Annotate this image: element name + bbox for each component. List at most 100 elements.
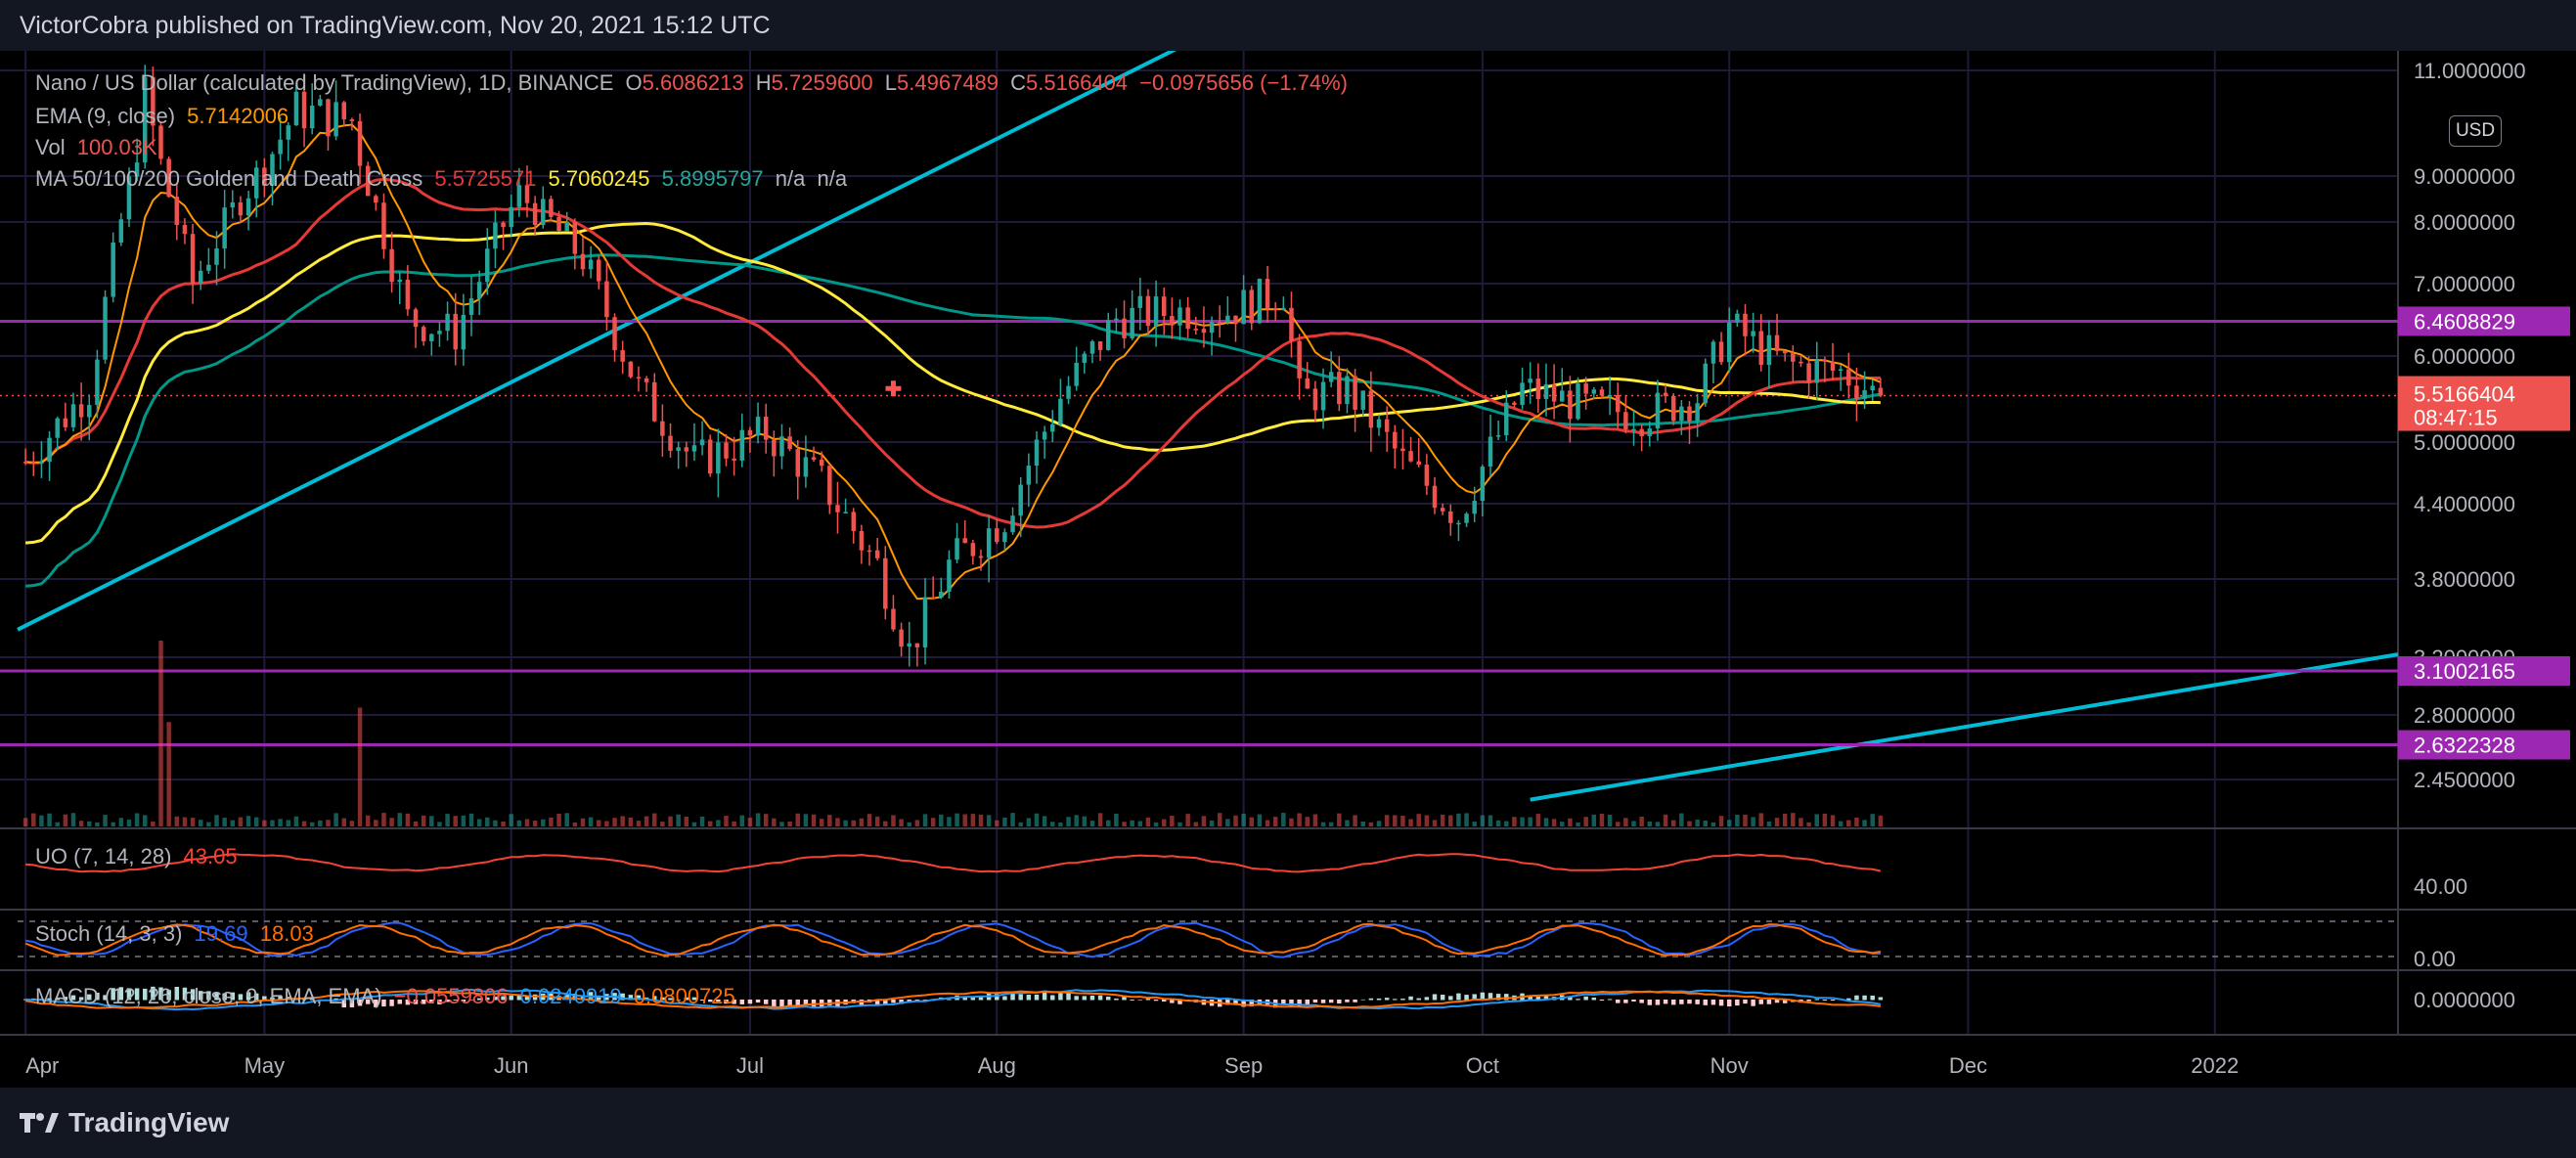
candle-body — [1838, 369, 1843, 371]
volume-bar — [1297, 813, 1302, 826]
price-tick-label: 11.0000000 — [2414, 59, 2526, 83]
volume-bar — [1066, 817, 1071, 826]
volume-bar — [1504, 821, 1509, 826]
candle-body — [1862, 390, 1867, 399]
macd-hist-bar — [1870, 995, 1875, 1001]
volume-bar — [859, 818, 865, 826]
volume-bar — [1130, 820, 1134, 826]
ma-na-1: n/a — [775, 166, 806, 191]
macd-hist-bar — [1718, 1000, 1724, 1006]
candle-body — [31, 462, 36, 465]
macd-hist-bar — [1703, 1000, 1709, 1005]
time-tick-label: May — [244, 1053, 286, 1078]
change-value: −0.0975656 (−1.74%) — [1139, 70, 1349, 95]
volume-bar — [597, 820, 601, 826]
vol-label[interactable]: Vol — [35, 135, 66, 159]
volume-bar — [1735, 814, 1740, 826]
tradingview-logo[interactable]: TradingView — [20, 1107, 229, 1138]
candle-body — [651, 381, 657, 422]
volume-bar — [922, 814, 928, 826]
chart-area[interactable]: 40.00 0.00 0.0000000 11.0000000 9.0000000 8.… — [0, 51, 2576, 1088]
volume-bar — [501, 821, 506, 826]
volume-bar — [374, 820, 378, 826]
trendlines[interactable] — [17, 51, 2399, 802]
volume-bar — [1631, 821, 1636, 826]
macd-label[interactable]: MACD (12, 26, close, 9, EMA, EMA) — [35, 984, 382, 1008]
volume-bar — [772, 818, 777, 826]
ema-label[interactable]: EMA (9, close) — [35, 104, 175, 128]
stoch-k-value: 19.69 — [194, 921, 248, 946]
volume-bar — [1878, 815, 1884, 826]
candle-body — [1568, 390, 1573, 420]
volume-bar — [1265, 820, 1270, 826]
volume-bar — [747, 818, 753, 826]
volume-bar — [158, 641, 163, 826]
volume-bar — [1520, 817, 1525, 826]
candle-body — [891, 608, 896, 630]
candle-body — [1814, 359, 1819, 383]
candle-body — [1416, 461, 1421, 466]
candle-body — [620, 350, 625, 362]
price-axis[interactable]: 11.0000000 9.0000000 8.0000000 7.0000000 6.0… — [2398, 59, 2570, 792]
price-tick-label: 8.0000000 — [2414, 210, 2515, 235]
candle-body — [1607, 394, 1613, 397]
candle-body — [1320, 381, 1326, 411]
symbol-label[interactable]: Nano / US Dollar (calculated by TradingV… — [35, 70, 613, 95]
trendline[interactable] — [17, 51, 1180, 632]
candle-body — [1504, 402, 1509, 436]
time-tick-label: Oct — [1466, 1053, 1499, 1078]
candle-body — [405, 279, 411, 310]
candle-body — [1599, 389, 1605, 396]
volume-bar — [1249, 817, 1255, 826]
candle-body — [922, 597, 928, 647]
volume-bar — [636, 821, 642, 826]
volume-bar — [1480, 815, 1486, 826]
volume-bar — [1830, 815, 1836, 826]
candle-body — [699, 439, 705, 446]
candle-body — [1241, 290, 1246, 325]
volume-bar — [461, 815, 466, 826]
volume-bar — [843, 820, 848, 826]
price-chart[interactable]: 40.00 0.00 0.0000000 11.0000000 9.0000000 8.… — [0, 51, 2576, 1088]
volume-bar — [1766, 821, 1772, 826]
level-label: 6.4608829 — [2414, 309, 2515, 334]
volume-bar — [739, 815, 745, 826]
candle-body — [1122, 318, 1127, 338]
time-axis[interactable]: Apr May Jun Jul Aug Sep Oct Nov Dec 2022 — [25, 1053, 2239, 1078]
volume-bar — [1042, 816, 1047, 826]
candle-body — [604, 281, 609, 318]
volume-bar — [70, 813, 76, 826]
candle-body — [1791, 353, 1796, 362]
volume-bar — [118, 818, 124, 826]
candle-body — [1647, 428, 1653, 436]
stoch-label[interactable]: Stoch (14, 3, 3) — [35, 921, 182, 946]
macd-hist-bar — [1034, 994, 1040, 1001]
volume-bar — [1583, 817, 1588, 826]
horizontal-levels[interactable] — [0, 319, 2398, 747]
macd-hist-bar — [1663, 1000, 1668, 1004]
macd-hist-bar — [1137, 1000, 1143, 1001]
uo-label[interactable]: UO (7, 14, 28) — [35, 844, 171, 868]
volume-bar — [1599, 813, 1605, 826]
macd-hist-bar — [1360, 999, 1365, 1001]
ma-label[interactable]: MA 50/100/200 Golden and Death Cross — [35, 166, 422, 191]
volume-bar — [1161, 819, 1167, 826]
macd-hist-bar — [763, 1000, 769, 1004]
candle-body — [691, 445, 697, 452]
volume-bar — [1440, 814, 1445, 826]
volume-bar — [1758, 813, 1764, 826]
volume-bar — [245, 816, 251, 826]
currency-badge[interactable]: USD — [2449, 115, 2502, 147]
candle-body — [1718, 341, 1724, 363]
price-tick-label: 7.0000000 — [2414, 272, 2515, 296]
volume-bar — [604, 821, 609, 826]
stoch-tick-label: 0.00 — [2414, 947, 2456, 971]
candle-body — [1201, 329, 1207, 334]
ema-value: 5.7142006 — [187, 104, 289, 128]
volume-bar — [190, 818, 196, 826]
volume-bar — [1241, 813, 1246, 826]
candle-body — [747, 429, 753, 436]
trendline[interactable] — [1530, 652, 2399, 802]
macd-hist-bar — [747, 1000, 753, 1004]
volume-bar — [612, 818, 617, 826]
